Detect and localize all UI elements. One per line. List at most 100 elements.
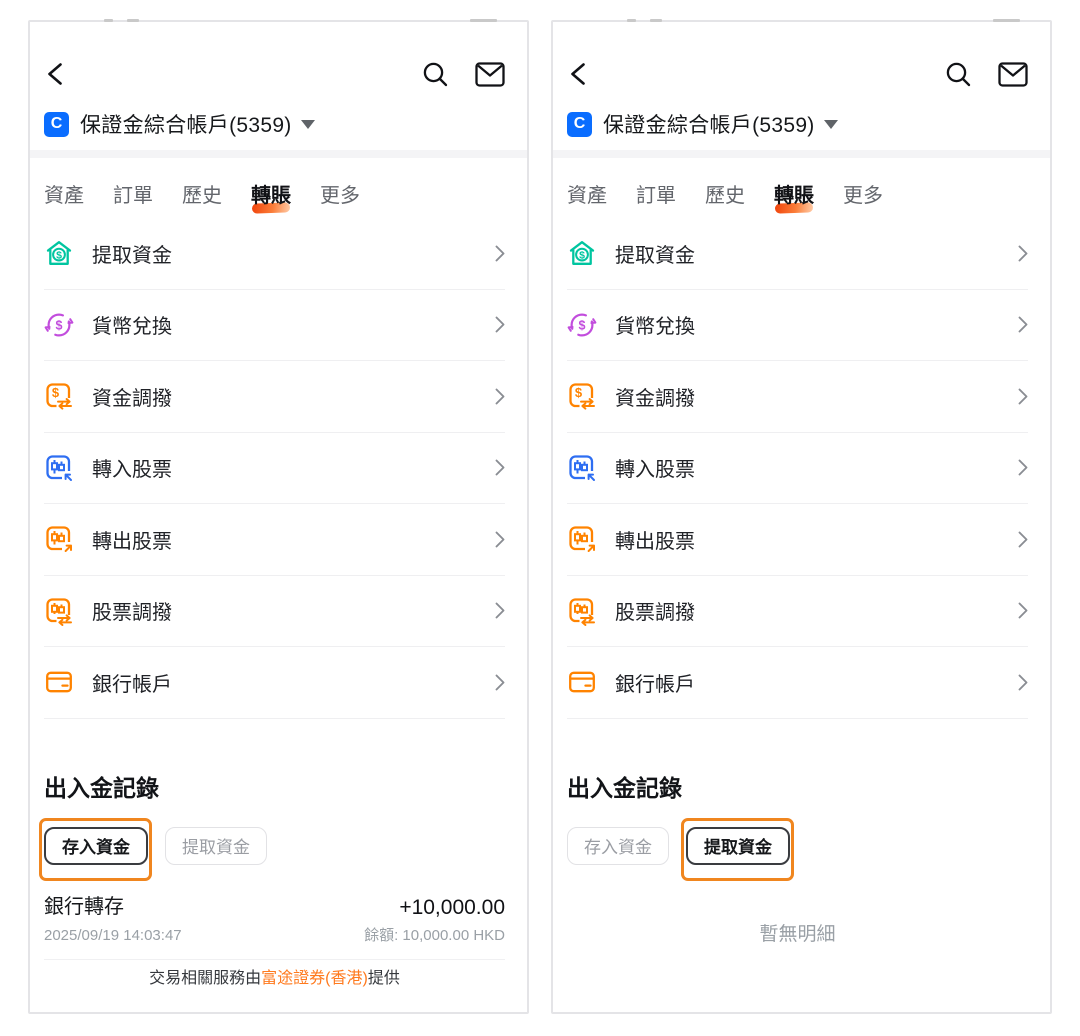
search-button[interactable] bbox=[421, 60, 449, 88]
panel-left: C 保證金綜合帳戶(5359) 資產 訂單 歷史 轉賬 更多 $ 提取資金 bbox=[28, 20, 529, 1014]
menu-item-label: 轉出股票 bbox=[615, 525, 1018, 554]
caret-down-icon bbox=[301, 120, 315, 129]
transfer-menu: $ 提取資金 $ 貨幣兌換 $ bbox=[567, 218, 1028, 719]
menu-item-currency-exchange[interactable]: $ 貨幣兌換 bbox=[44, 290, 505, 362]
menu-item-label: 銀行帳戶 bbox=[615, 668, 1018, 697]
screen: C 保證金綜合帳戶(5359) 資產 訂單 歷史 轉賬 更多 $ 提取資金 bbox=[0, 0, 1080, 1036]
svg-text:$: $ bbox=[579, 250, 585, 262]
empty-state-text: 暫無明細 bbox=[567, 919, 1028, 946]
menu-item-currency-exchange[interactable]: $ 貨幣兌換 bbox=[567, 290, 1028, 362]
funds-transfer-icon: $ bbox=[567, 381, 597, 411]
bank-card-icon bbox=[567, 667, 597, 697]
deposit-filter-button[interactable]: 存入資金 bbox=[567, 827, 669, 865]
svg-text:$: $ bbox=[56, 250, 62, 262]
futu-securities-link[interactable]: 富途證券(香港) bbox=[261, 970, 368, 987]
tab-orders[interactable]: 訂單 bbox=[113, 184, 153, 218]
back-chevron-icon bbox=[567, 61, 593, 87]
menu-item-label: 股票調撥 bbox=[615, 596, 1018, 625]
service-footer: 交易相關服務由富途證券(香港)提供 bbox=[44, 969, 505, 989]
mail-button[interactable] bbox=[998, 62, 1028, 87]
section-divider-band bbox=[30, 150, 527, 158]
mail-icon bbox=[998, 62, 1028, 87]
service-footer-prefix: 交易相關服務由 bbox=[149, 970, 261, 987]
deposit-filter-label: 存入資金 bbox=[62, 833, 130, 858]
tab-history[interactable]: 歷史 bbox=[705, 184, 745, 218]
funds-transfer-icon: $ bbox=[44, 381, 74, 411]
withdraw-filter-label: 提取資金 bbox=[182, 833, 250, 858]
withdraw-filter-button[interactable]: 提取資金 bbox=[686, 827, 790, 865]
tab-history[interactable]: 歷史 bbox=[182, 184, 222, 218]
withdraw-funds-icon: $ bbox=[44, 238, 74, 268]
menu-item-stock-in[interactable]: 轉入股票 bbox=[567, 433, 1028, 505]
records-title: 出入金記錄 bbox=[567, 773, 1028, 803]
chevron-right-icon bbox=[495, 674, 505, 691]
menu-item-label: 轉入股票 bbox=[615, 453, 1018, 482]
transaction-name: 銀行轉存 bbox=[44, 895, 182, 920]
menu-item-funds-transfer[interactable]: $ 資金調撥 bbox=[44, 361, 505, 433]
menu-item-stock-in[interactable]: 轉入股票 bbox=[44, 433, 505, 505]
stock-transfer-in-icon bbox=[44, 453, 74, 483]
transaction-time: 2025/09/19 14:03:47 bbox=[44, 926, 182, 945]
withdraw-filter-label: 提取資金 bbox=[704, 833, 772, 858]
search-button[interactable] bbox=[944, 60, 972, 88]
deposit-filter-label: 存入資金 bbox=[584, 833, 652, 858]
menu-item-label: 轉出股票 bbox=[92, 525, 495, 554]
chevron-right-icon bbox=[1018, 388, 1028, 405]
tab-transfer[interactable]: 轉賬 bbox=[774, 184, 814, 218]
chevron-right-icon bbox=[495, 245, 505, 262]
chevron-right-icon bbox=[495, 602, 505, 619]
records-title: 出入金記錄 bbox=[44, 773, 505, 803]
transaction-divider bbox=[44, 959, 505, 960]
stock-reallocate-icon bbox=[567, 596, 597, 626]
account-selector[interactable]: C 保證金綜合帳戶(5359) bbox=[44, 110, 505, 138]
currency-exchange-icon: $ bbox=[44, 310, 74, 340]
tab-more[interactable]: 更多 bbox=[843, 184, 883, 218]
transfer-menu: $ 提取資金 $ 貨幣兌換 $ bbox=[44, 218, 505, 719]
header-bar bbox=[44, 58, 505, 90]
stock-reallocate-icon bbox=[44, 596, 74, 626]
menu-item-label: 貨幣兌換 bbox=[92, 310, 495, 339]
tab-assets[interactable]: 資產 bbox=[567, 184, 607, 218]
withdraw-filter-button[interactable]: 提取資金 bbox=[165, 827, 267, 865]
menu-item-label: 提取資金 bbox=[615, 239, 1018, 268]
menu-item-stock-transfer[interactable]: 股票調撥 bbox=[44, 576, 505, 648]
tab-more[interactable]: 更多 bbox=[320, 184, 360, 218]
stock-transfer-out-icon bbox=[567, 524, 597, 554]
tab-assets[interactable]: 資產 bbox=[44, 184, 84, 218]
menu-item-stock-out[interactable]: 轉出股票 bbox=[567, 504, 1028, 576]
menu-item-label: 轉入股票 bbox=[92, 453, 495, 482]
tab-orders[interactable]: 訂單 bbox=[636, 184, 676, 218]
menu-item-withdraw-funds[interactable]: $ 提取資金 bbox=[44, 218, 505, 290]
menu-item-label: 貨幣兌換 bbox=[615, 310, 1018, 339]
caret-down-icon bbox=[824, 120, 838, 129]
menu-item-stock-transfer[interactable]: 股票調撥 bbox=[567, 576, 1028, 648]
menu-item-bank-account[interactable]: 銀行帳戶 bbox=[44, 647, 505, 719]
status-bar-remnant bbox=[650, 19, 662, 22]
menu-item-withdraw-funds[interactable]: $ 提取資金 bbox=[567, 218, 1028, 290]
tab-transfer[interactable]: 轉賬 bbox=[251, 184, 291, 218]
transaction-row[interactable]: 銀行轉存 2025/09/19 14:03:47 +10,000.00 餘額: … bbox=[44, 895, 505, 945]
menu-item-bank-account[interactable]: 銀行帳戶 bbox=[567, 647, 1028, 719]
stock-transfer-in-icon bbox=[567, 453, 597, 483]
deposit-filter-button[interactable]: 存入資金 bbox=[44, 827, 148, 865]
section-divider-band bbox=[553, 150, 1050, 158]
status-bar-remnant bbox=[104, 19, 113, 22]
chevron-right-icon bbox=[495, 531, 505, 548]
menu-item-label: 銀行帳戶 bbox=[92, 668, 495, 697]
chevron-right-icon bbox=[1018, 531, 1028, 548]
chevron-right-icon bbox=[1018, 602, 1028, 619]
mail-button[interactable] bbox=[475, 62, 505, 87]
tab-bar: 資產 訂單 歷史 轉賬 更多 bbox=[567, 184, 1028, 218]
back-button[interactable] bbox=[44, 61, 70, 87]
menu-item-label: 提取資金 bbox=[92, 239, 495, 268]
account-logo: C bbox=[567, 112, 592, 137]
svg-text:$: $ bbox=[52, 385, 60, 400]
record-filter-group: 存入資金 提取資金 bbox=[44, 827, 505, 865]
account-selector[interactable]: C 保證金綜合帳戶(5359) bbox=[567, 110, 1028, 138]
menu-item-funds-transfer[interactable]: $ 資金調撥 bbox=[567, 361, 1028, 433]
back-button[interactable] bbox=[567, 61, 593, 87]
menu-item-stock-out[interactable]: 轉出股票 bbox=[44, 504, 505, 576]
status-bar-remnant bbox=[470, 19, 497, 22]
status-bar-remnant bbox=[993, 19, 1020, 22]
service-footer-suffix: 提供 bbox=[368, 970, 400, 987]
